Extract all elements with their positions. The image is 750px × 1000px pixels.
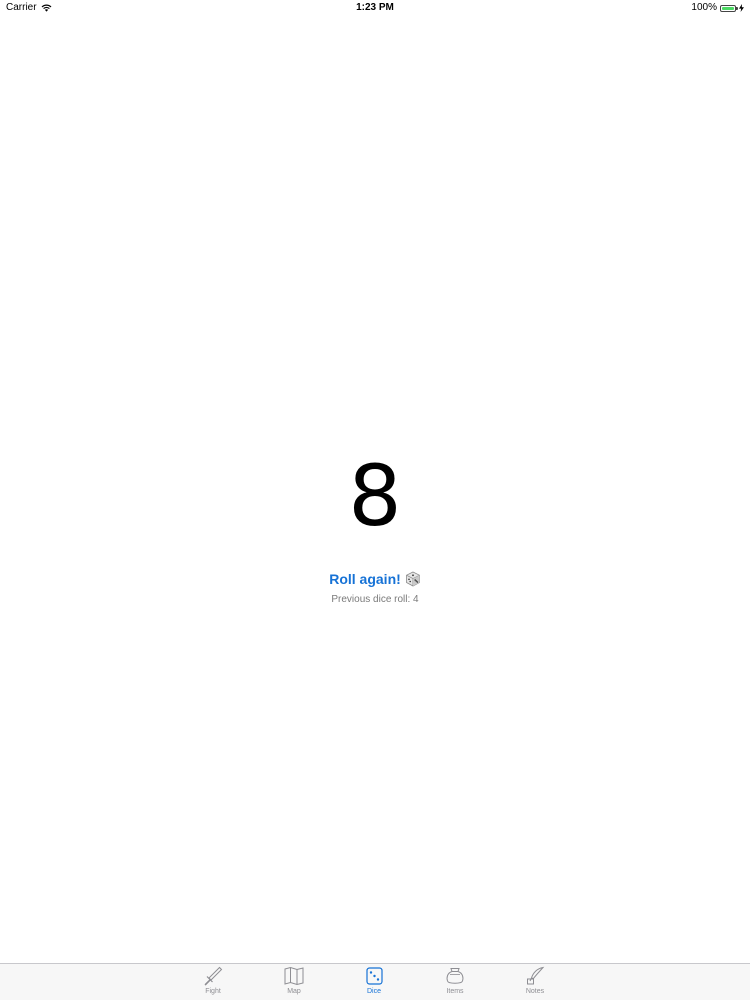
tab-map[interactable]: Map [264, 966, 324, 1000]
die-icon [405, 571, 421, 592]
tab-label: Items [446, 988, 464, 995]
tab-label: Map [287, 988, 301, 995]
battery-fill [722, 6, 734, 10]
roll-again-label: Roll again! [329, 571, 401, 587]
tab-label: Dice [366, 988, 381, 995]
battery-percent: 100% [691, 2, 717, 13]
previous-roll-text: Previous dice roll: 4 [331, 594, 419, 605]
tab-label: Notes [525, 988, 545, 995]
charging-icon [739, 4, 744, 12]
bag-icon [444, 966, 466, 986]
status-time: 1:23 PM [356, 2, 394, 13]
tab-items[interactable]: Items [425, 966, 485, 1000]
status-right: 100% [691, 0, 744, 16]
tab-dice[interactable]: Dice [344, 966, 404, 1000]
tab-bar: Fight Map Dice Items Notes [0, 963, 750, 1000]
status-bar: Carrier 1:23 PM 100% [0, 0, 750, 16]
dice-icon [363, 966, 385, 986]
roll-again-button[interactable]: Roll again! [0, 569, 750, 592]
tab-fight[interactable]: Fight [183, 966, 243, 1000]
tab-notes[interactable]: Notes [505, 966, 565, 1000]
tab-label: Fight [205, 988, 221, 995]
dice-screen: Carrier 1:23 PM 100% 8 Roll again! Previ… [0, 0, 750, 1000]
quill-icon [524, 966, 546, 986]
map-icon [283, 966, 305, 986]
battery-icon [720, 4, 738, 12]
sword-icon [202, 966, 224, 986]
dice-result: 8 [348, 447, 402, 545]
